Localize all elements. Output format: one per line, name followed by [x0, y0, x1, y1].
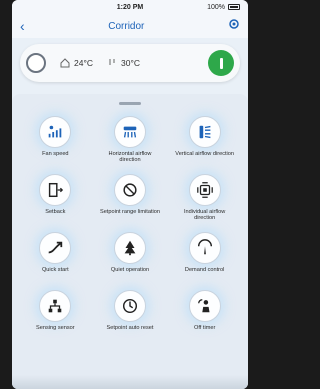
- setpoint-icon: [109, 59, 115, 65]
- drag-handle[interactable]: [119, 102, 141, 105]
- settings-gear-icon[interactable]: [228, 17, 240, 35]
- no-entry-icon[interactable]: [113, 174, 146, 206]
- function-setpoint-range[interactable]: Setpoint range limitation: [93, 174, 168, 222]
- house-thermometer-icon: [60, 58, 70, 68]
- function-label: Setback: [45, 209, 66, 215]
- setpoint-temperature: 30°C: [107, 58, 140, 68]
- function-demand-control[interactable]: Demand control: [167, 232, 242, 280]
- quiet-operation-icon[interactable]: [113, 232, 146, 264]
- power-off-icon[interactable]: [26, 53, 46, 73]
- power-icon: [219, 57, 223, 69]
- function-fan-speed[interactable]: Fan speed: [18, 116, 93, 164]
- fan-speed-icon[interactable]: [39, 116, 72, 148]
- function-individual-airflow[interactable]: Individual airflow direction: [167, 174, 242, 222]
- function-label: Setpoint range limitation: [99, 209, 160, 215]
- function-label: Off timer: [193, 325, 216, 331]
- quick-start-icon[interactable]: [39, 232, 72, 264]
- page-title: Corridor: [108, 20, 145, 32]
- individual-airflow-icon[interactable]: [188, 174, 221, 206]
- function-quick-start[interactable]: Quick start: [18, 232, 93, 280]
- function-label: Fan speed: [42, 151, 69, 157]
- function-label: Quick start: [41, 267, 69, 273]
- function-sensing-sensor[interactable]: Sensing sensor: [18, 290, 93, 338]
- room-temp-value: 24°C: [74, 58, 93, 68]
- function-label: Quiet operation: [110, 267, 150, 273]
- title-bar: ‹ Corridor: [12, 14, 248, 38]
- app-screen: 1:20 PM 100% ‹ Corridor 24°C 30°C Fan sp…: [12, 0, 248, 389]
- sensing-sensor-icon[interactable]: [39, 290, 72, 322]
- function-label: Horizontal airflow direction: [108, 151, 152, 164]
- vertical-airflow-icon[interactable]: [188, 116, 221, 148]
- function-grid: Fan speed Horizontal airflow direction V…: [18, 116, 242, 338]
- unit-status-row: 24°C 30°C: [20, 44, 240, 82]
- back-icon[interactable]: ‹: [20, 19, 25, 33]
- power-on-button[interactable]: [208, 50, 234, 76]
- demand-gauge-icon[interactable]: [188, 232, 221, 264]
- battery-icon: [228, 4, 240, 10]
- function-setpoint-auto-reset[interactable]: Setpoint auto reset: [93, 290, 168, 338]
- setback-door-icon[interactable]: [39, 174, 72, 206]
- off-timer-icon[interactable]: [188, 290, 221, 322]
- function-horizontal-airflow[interactable]: Horizontal airflow direction: [93, 116, 168, 164]
- function-vertical-airflow[interactable]: Vertical airflow direction: [167, 116, 242, 164]
- function-label: Demand control: [184, 267, 225, 273]
- function-quiet-operation[interactable]: Quiet operation: [93, 232, 168, 280]
- function-panel: Fan speed Horizontal airflow direction V…: [12, 94, 248, 389]
- status-bar: 1:20 PM 100%: [12, 0, 248, 14]
- function-setback[interactable]: Setback: [18, 174, 93, 222]
- horizontal-airflow-icon[interactable]: [113, 116, 146, 148]
- function-label: Setpoint auto reset: [106, 325, 154, 331]
- room-temperature: 24°C: [60, 58, 93, 68]
- setpoint-value: 30°C: [121, 58, 140, 68]
- clock-icon[interactable]: [113, 290, 146, 322]
- scroll-fade: [12, 375, 248, 389]
- function-label: Individual airflow direction: [183, 209, 226, 222]
- function-label: Sensing sensor: [36, 325, 75, 331]
- function-label: Vertical airflow direction: [175, 151, 235, 157]
- clock: 1:20 PM: [116, 3, 144, 11]
- function-off-timer[interactable]: Off timer: [167, 290, 242, 338]
